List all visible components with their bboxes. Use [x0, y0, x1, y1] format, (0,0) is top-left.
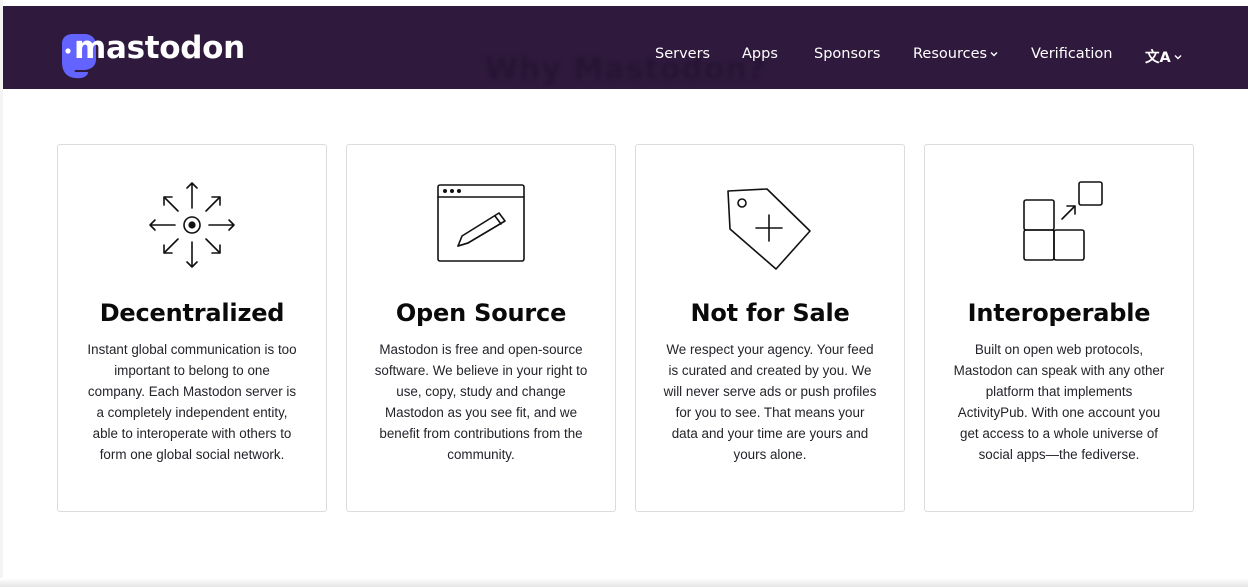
site-header: Why Mastodon? mastodon Servers Apps Spon…: [3, 6, 1248, 89]
feature-title: Interoperable: [967, 299, 1151, 327]
decentralized-arrows-icon: [149, 182, 235, 268]
nav-servers-label: Servers: [655, 46, 711, 62]
feature-card-decentralized: Decentralized Instant global communicati…: [57, 144, 327, 512]
nav-apps[interactable]: Apps: [742, 46, 778, 62]
nav-resources-label: Resources: [913, 46, 988, 62]
feature-title: Not for Sale: [690, 299, 850, 327]
nav-sponsors-label: Sponsors: [814, 46, 881, 62]
feature-card-not-for-sale: Not for Sale We respect your agency. You…: [635, 144, 905, 512]
section-bottom-edge: [0, 578, 1248, 587]
feature-title: Open Source: [395, 299, 567, 327]
chevron-down-icon: [1174, 54, 1182, 59]
nav-resources[interactable]: Resources: [913, 46, 998, 62]
language-selector[interactable]: 文A: [1145, 46, 1182, 67]
feature-description: Mastodon is free and open-source softwar…: [374, 342, 588, 462]
language-icon: 文A: [1145, 50, 1171, 66]
price-tag-plus-icon: [727, 188, 811, 270]
nav-verification[interactable]: Verification: [1031, 46, 1112, 62]
interoperable-blocks-icon: [1023, 181, 1103, 261]
feature-description: Instant global communication is too impo…: [87, 342, 297, 462]
feature-description: We respect your agency. Your feed is cur…: [663, 342, 877, 462]
nav-verification-label: Verification: [1031, 46, 1113, 62]
feature-card-interoperable: Interoperable Built on open web protocol…: [924, 144, 1194, 512]
feature-card-open-source: Open Source Mastodon is free and open-so…: [346, 144, 616, 512]
main-nav: Servers Apps Sponsors Resources Verifica…: [3, 46, 1248, 67]
chevron-down-icon: [990, 52, 998, 57]
browser-pencil-icon: [437, 184, 525, 262]
nav-apps-label: Apps: [742, 46, 778, 62]
feature-title: Decentralized: [99, 299, 285, 327]
nav-servers[interactable]: Servers: [655, 46, 710, 62]
nav-sponsors[interactable]: Sponsors: [814, 46, 880, 62]
feature-description: Built on open web protocols, Mastodon ca…: [953, 342, 1165, 462]
